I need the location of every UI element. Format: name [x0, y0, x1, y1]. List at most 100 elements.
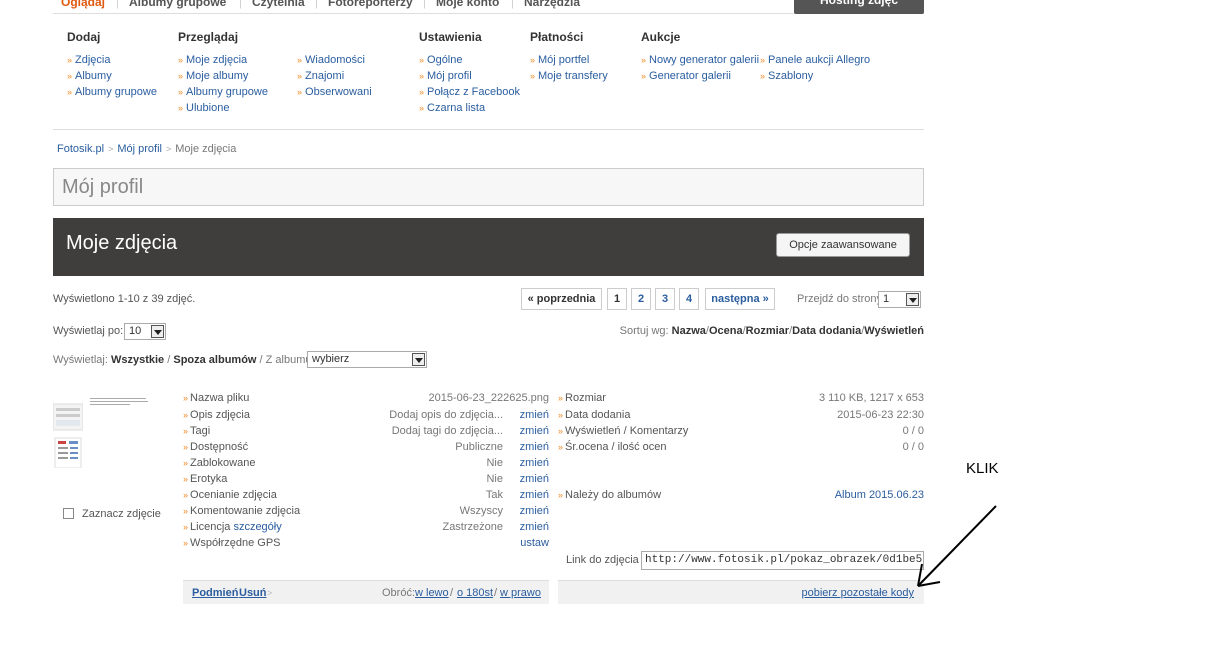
menu-aukcje-col2: » Panele aukcji Allegro » Szablony: [760, 52, 870, 84]
bullet-icon: »: [558, 490, 564, 500]
photo-link-field[interactable]: http://www.fotosik.pl/pokaz_obrazek/0d1b…: [641, 551, 924, 570]
photo-thumbnail[interactable]: [52, 394, 84, 469]
menu-przegladaj-col2: » Wiadomości » Znajomi » Obserwowani: [297, 52, 372, 100]
tab-separator: |: [423, 0, 426, 9]
tab-czytelnia[interactable]: Czytelnia: [252, 0, 305, 9]
delete-button[interactable]: Usuń: [239, 587, 267, 599]
filter-outside-albums[interactable]: Spoza albumów: [173, 354, 256, 366]
menu-item-nowy-generator[interactable]: » Nowy generator galerii: [641, 52, 759, 68]
detail-value: Tak: [485, 489, 503, 501]
bullet-icon: »: [67, 87, 73, 97]
menu-item-albumy-grupowe-browse[interactable]: » Albumy grupowe: [178, 84, 268, 100]
breadcrumb-moj-profil[interactable]: Mój profil: [117, 143, 162, 155]
menu-item-albumy-grupowe[interactable]: » Albumy grupowe: [67, 84, 157, 100]
menu-przegladaj: Przeglądaj » Moje zdjęcia » Moje albumy » A…: [178, 30, 268, 116]
breadcrumb-separator-icon: >: [165, 144, 172, 154]
tab-fotoreporterzy[interactable]: Fotoreporterzy: [328, 0, 413, 9]
change-link[interactable]: zmień: [520, 423, 549, 439]
hosting-button[interactable]: Hosting zdjęć: [794, 0, 924, 14]
bullet-icon: »: [67, 55, 73, 65]
annotation-arrow-icon: [917, 505, 997, 587]
tab-narzedzia[interactable]: Narzędzia: [524, 0, 580, 9]
prev-page-button[interactable]: « poprzednia: [521, 288, 602, 310]
page-4-button[interactable]: 4: [679, 288, 699, 310]
rotate-left-link[interactable]: w lewo: [415, 587, 449, 599]
change-link[interactable]: zmień: [520, 407, 549, 423]
menu-item-moj-profil[interactable]: » Mój profil: [419, 68, 520, 84]
rotate-right-link[interactable]: w prawo: [500, 587, 541, 599]
bullet-icon: »: [760, 71, 766, 81]
goto-page-select[interactable]: 1: [878, 291, 921, 308]
menu-item-obserwowani[interactable]: » Obserwowani: [297, 84, 372, 100]
menu-item-polacz-facebook[interactable]: » Połącz z Facebook: [419, 84, 520, 100]
change-link[interactable]: zmień: [520, 471, 549, 487]
replace-button[interactable]: Podmień: [192, 587, 238, 599]
checkbox[interactable]: [63, 508, 74, 519]
menu-item-panele-allegro[interactable]: » Panele aukcji Allegro: [760, 52, 870, 68]
menu-item-moj-portfel[interactable]: » Mój portfel: [530, 52, 608, 68]
get-other-codes-link[interactable]: pobierz pozostałe kody: [801, 587, 914, 599]
menu-item-ogolne[interactable]: » Ogólne: [419, 52, 520, 68]
photo-actions-bar: Podmień Usuń > Obróć: w lewo / o 180st /…: [183, 580, 549, 604]
bullet-icon: »: [183, 410, 189, 420]
sort-data-dodania[interactable]: Data dodania: [792, 325, 861, 337]
sort-wyswietlen[interactable]: Wyświetleń: [864, 325, 924, 337]
advanced-options-button[interactable]: Opcje zaawansowane: [776, 233, 910, 257]
tab-separator: |: [315, 0, 318, 9]
next-page-button[interactable]: następna »: [705, 288, 775, 310]
menu-item-wiadomosci[interactable]: » Wiadomości: [297, 52, 372, 68]
bullet-icon: »: [760, 55, 766, 65]
menu-item-szablony[interactable]: » Szablony: [760, 68, 870, 84]
page-3-button[interactable]: 3: [655, 288, 675, 310]
change-link[interactable]: zmień: [520, 455, 549, 471]
page-title: Mój profil: [53, 168, 924, 206]
sort-rozmiar[interactable]: Rozmiar: [746, 325, 789, 337]
detail-label: » Nazwa pliku: [183, 392, 250, 404]
tab-separator: |: [239, 0, 242, 9]
menu-item-czarna-lista[interactable]: » Czarna lista: [419, 100, 520, 116]
menu-item-zdjecia[interactable]: » Zdjęcia: [67, 52, 157, 68]
change-link[interactable]: zmień: [520, 439, 549, 455]
license-details-link[interactable]: szczegóły: [233, 521, 281, 533]
chevron-down-icon: [906, 293, 919, 306]
menu-item-moje-zdjecia[interactable]: » Moje zdjęcia: [178, 52, 268, 68]
tab-albumy-grupowe[interactable]: Albumy grupowe: [129, 0, 226, 9]
rotate-180-link[interactable]: o 180st: [457, 587, 493, 599]
bullet-icon: »: [419, 87, 425, 97]
chevron-down-icon: [151, 325, 164, 338]
menu-heading-aukcje: Aukcje: [641, 30, 681, 44]
per-page-select[interactable]: 10: [124, 323, 166, 340]
bullet-icon: »: [297, 87, 303, 97]
change-link[interactable]: zmień: [520, 487, 549, 503]
menu-item-albumy[interactable]: » Albumy: [67, 68, 157, 84]
sort-label: Sortuj wg:: [619, 325, 669, 337]
menu-item-moje-transfery[interactable]: » Moje transfery: [530, 68, 608, 84]
filter-all[interactable]: Wszystkie: [111, 354, 164, 366]
breadcrumb-fotosik[interactable]: Fotosik.pl: [57, 143, 104, 155]
menu-item-moje-albumy[interactable]: » Moje albumy: [178, 68, 268, 84]
menu-item-ulubione[interactable]: » Ulubione: [178, 100, 268, 116]
sort-options: Sortuj wg: Nazwa/Ocena/Rozmiar/Data doda…: [619, 325, 924, 337]
tab-separator: |: [116, 0, 119, 9]
detail-value: 2015-06-23_222625.png: [428, 392, 549, 404]
menu-item-znajomi[interactable]: » Znajomi: [297, 68, 372, 84]
tab-moje-konto[interactable]: Moje konto: [436, 0, 499, 9]
set-gps-link[interactable]: ustaw: [520, 535, 549, 551]
page-2-button[interactable]: 2: [631, 288, 651, 310]
album-select[interactable]: wybierz: [307, 351, 427, 368]
bullet-icon: »: [558, 442, 564, 452]
tab-ogladaj[interactable]: Oglądaj: [61, 0, 105, 9]
sort-ocena[interactable]: Ocena: [709, 325, 743, 337]
select-photo[interactable]: Zaznacz zdjęcie: [63, 508, 161, 520]
breadcrumb-current: Moje zdjęcia: [175, 143, 237, 155]
page-1-button[interactable]: 1: [607, 288, 627, 310]
goto-page-value: 1: [883, 293, 890, 305]
change-link[interactable]: zmień: [520, 503, 549, 519]
bullet-icon: »: [419, 55, 425, 65]
change-link[interactable]: zmień: [520, 519, 549, 535]
bullet-icon: »: [183, 458, 189, 468]
bullet-icon: »: [183, 490, 189, 500]
menu-item-generator-galerii[interactable]: » Generator galerii: [641, 68, 759, 84]
detail-label: » Data dodania: [558, 409, 631, 421]
sort-nazwa[interactable]: Nazwa: [672, 325, 706, 337]
